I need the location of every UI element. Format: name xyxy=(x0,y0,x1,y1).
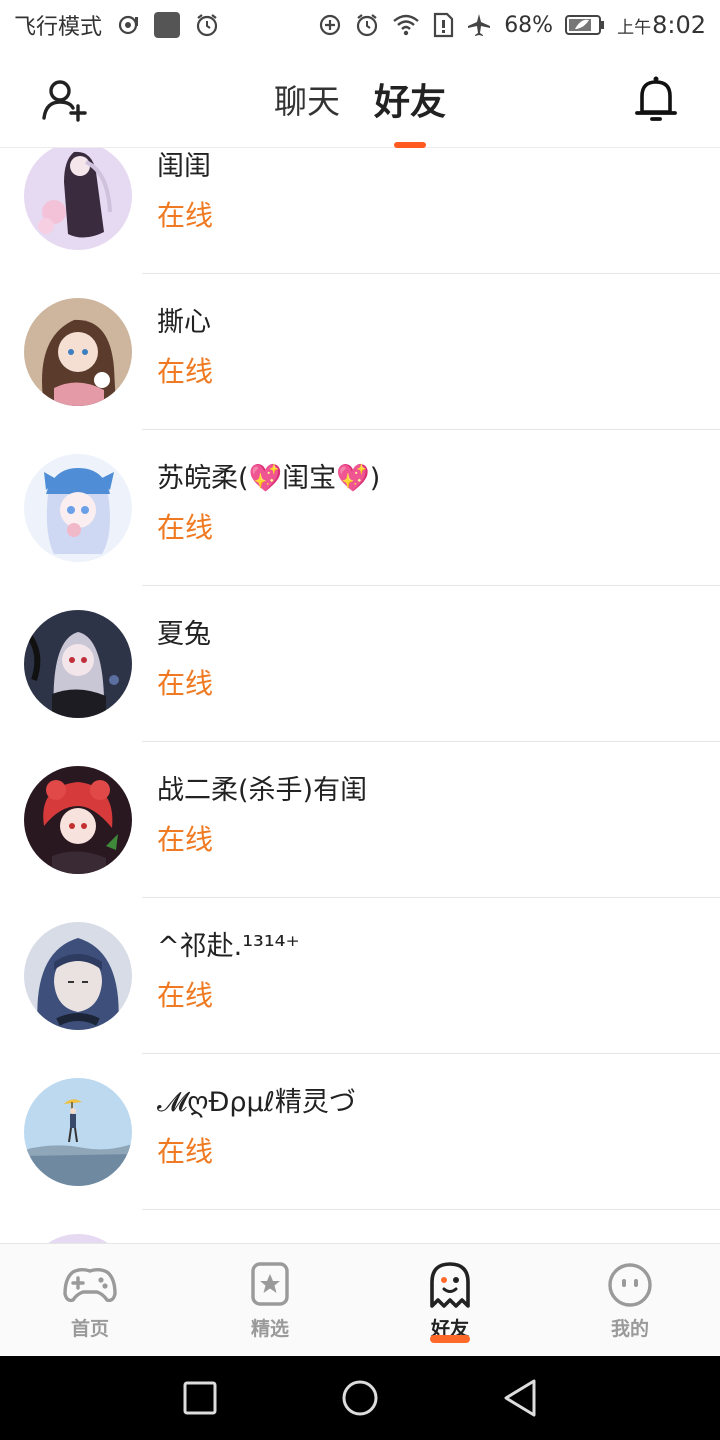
friend-row[interactable]: 闺闺 在线 xyxy=(0,148,720,274)
airplane-icon xyxy=(466,12,492,38)
bottom-nav: 首页 精选 好友 我的 xyxy=(0,1243,720,1356)
online-status: 在线 xyxy=(157,979,214,1012)
avatar xyxy=(24,298,132,406)
friend-name: 𝓜ღÐρμℓ精灵づ xyxy=(157,1087,356,1118)
wifi-icon xyxy=(392,13,420,37)
home-button[interactable] xyxy=(335,1373,385,1423)
recents-button[interactable] xyxy=(175,1373,225,1423)
online-status: 在线 xyxy=(157,1135,214,1168)
avatar xyxy=(24,1078,132,1186)
avatar xyxy=(24,148,132,250)
avatar xyxy=(24,454,132,562)
battery-icon xyxy=(565,14,605,36)
clock: 8:02 xyxy=(652,11,706,39)
friend-name: 撕心 xyxy=(157,307,211,338)
avatar xyxy=(24,1234,132,1243)
bell-icon[interactable] xyxy=(632,74,680,126)
time-prefix: 上午 xyxy=(617,18,652,38)
tab-friends-label: 好友 xyxy=(373,82,446,123)
face-icon xyxy=(603,1262,657,1308)
header-tabs: 聊天 好友 xyxy=(0,50,720,148)
nav-featured-label: 精选 xyxy=(250,1318,289,1340)
top-header: 聊天 好友 xyxy=(0,50,720,148)
status-bar: 飞行模式 68% 上午8:02 xyxy=(0,0,720,50)
sim-alert-icon xyxy=(432,12,454,38)
friend-name: 苏皖柔(💖闺宝💖) xyxy=(157,463,381,494)
friend-list[interactable]: 闺闺 在线 撕心 在线 苏皖柔(💖闺宝💖) 在线 夏兔 在线 战二柔(杀手)有闺… xyxy=(0,148,720,1243)
ghost-icon xyxy=(423,1262,477,1308)
alarm-icon xyxy=(194,12,220,38)
avatar xyxy=(24,610,132,718)
online-status: 在线 xyxy=(157,199,214,232)
gamepad-icon xyxy=(63,1262,117,1308)
data-saver-icon xyxy=(318,13,342,37)
battery-percent: 68% xyxy=(504,12,554,38)
app-icon xyxy=(154,12,181,38)
nav-featured[interactable]: 精选 xyxy=(180,1244,360,1356)
tab-chat-label: 聊天 xyxy=(273,82,340,121)
tab-chat[interactable]: 聊天 xyxy=(274,50,340,148)
online-status: 在线 xyxy=(157,667,214,700)
friend-row[interactable]: 战二柔(杀手)有闺 在线 xyxy=(0,742,720,898)
friend-row[interactable]: 苏皖柔(💖闺宝💖) 在线 xyxy=(0,430,720,586)
online-status: 在线 xyxy=(157,823,214,856)
alarm-icon xyxy=(354,12,380,38)
nav-active-indicator xyxy=(430,1335,470,1343)
star-card-icon xyxy=(243,1262,297,1308)
nav-me-label: 我的 xyxy=(610,1318,649,1340)
nav-home[interactable]: 首页 xyxy=(0,1244,180,1356)
back-button[interactable] xyxy=(495,1373,545,1423)
friend-row[interactable]: 夏兔 在线 xyxy=(0,586,720,742)
friend-row[interactable] xyxy=(0,1210,720,1243)
hotspot-icon xyxy=(116,13,140,37)
friend-row[interactable]: ^祁赴.¹³¹⁴⁺ 在线 xyxy=(0,898,720,1054)
airplane-mode-label: 飞行模式 xyxy=(14,15,103,40)
nav-friends[interactable]: 好友 xyxy=(360,1244,540,1356)
online-status: 在线 xyxy=(157,355,214,388)
tab-friends[interactable]: 好友 xyxy=(374,50,446,148)
system-nav-bar xyxy=(0,1356,720,1440)
friend-row[interactable]: 𝓜ღÐρμℓ精灵づ 在线 xyxy=(0,1054,720,1210)
friend-row[interactable]: 撕心 在线 xyxy=(0,274,720,430)
nav-home-label: 首页 xyxy=(70,1318,109,1340)
nav-me[interactable]: 我的 xyxy=(540,1244,720,1356)
friend-name: 夏兔 xyxy=(157,619,211,650)
online-status: 在线 xyxy=(157,511,214,544)
friend-name: 闺闺 xyxy=(157,151,211,182)
friend-name: ^祁赴.¹³¹⁴⁺ xyxy=(157,931,300,962)
friend-name: 战二柔(杀手)有闺 xyxy=(157,775,368,806)
avatar xyxy=(24,766,132,874)
avatar xyxy=(24,922,132,1030)
